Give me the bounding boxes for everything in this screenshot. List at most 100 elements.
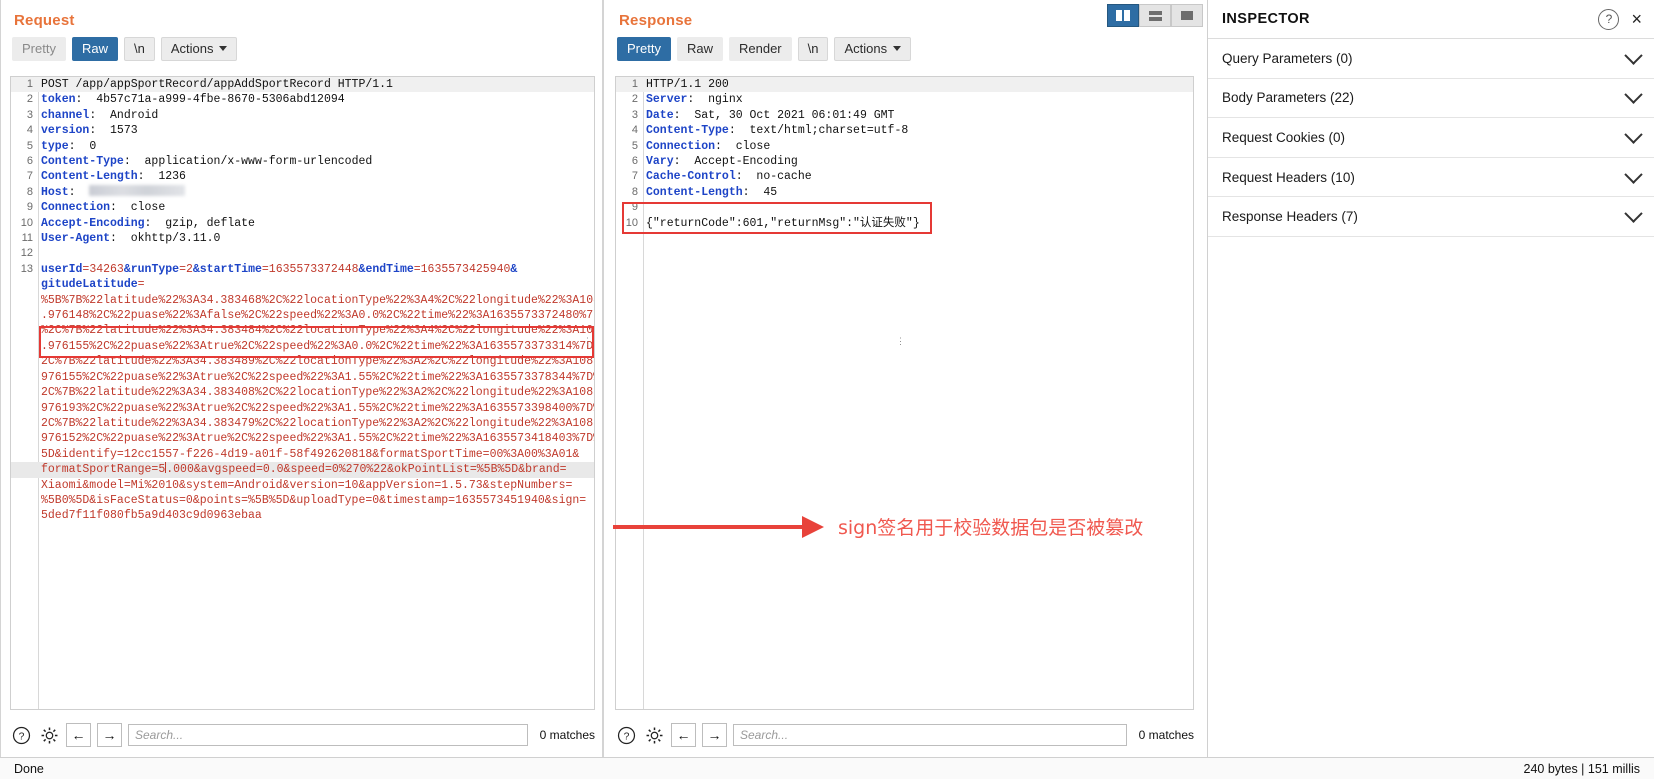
chevron-down-icon <box>1624 165 1643 184</box>
request-search-input[interactable]: Search... <box>128 724 528 746</box>
response-tab-render[interactable]: Render <box>728 37 792 61</box>
response-search-prev-button[interactable]: ← <box>671 723 696 747</box>
chevron-down-icon <box>1624 85 1643 105</box>
inspector-section-query-parameters[interactable]: Query Parameters (0) <box>1208 39 1654 79</box>
code-line: userId=34263&runType=2&startTime=1635573… <box>11 262 594 278</box>
request-search-next-button[interactable]: → <box>97 723 122 747</box>
code-line: 976152%2C%22puase%22%3Atrue%2C%22speed%2… <box>41 432 595 446</box>
status-bar: Done 240 bytes | 151 millis <box>0 757 1654 779</box>
response-tab-raw[interactable]: Raw <box>676 37 723 61</box>
annotation-arrow-line <box>613 524 803 529</box>
request-help-icon[interactable]: ? <box>10 724 32 746</box>
response-drag-handle[interactable]: ⋮ <box>896 337 905 346</box>
response-help-icon[interactable]: ? <box>615 724 637 746</box>
code-line: Content-Length: 45 <box>616 185 1193 201</box>
response-search-matches: 0 matches <box>1138 728 1194 742</box>
code-line: 5ded7f11f080fb5a9d403c9d0963ebaa <box>41 509 262 523</box>
request-editor[interactable]: POST /app/appSportRecord/appAddSportReco… <box>10 76 595 710</box>
inspector-section-request-headers[interactable]: Request Headers (10) <box>1208 158 1654 198</box>
code-line: HTTP/1.1 200 <box>616 77 1193 93</box>
code-line: %5B0%5D&isFaceStatus=0&points=%5B%5D&upl… <box>41 493 587 507</box>
code-line: Host: <box>11 184 594 201</box>
inspector-section-label: Query Parameters (0) <box>1222 50 1353 66</box>
code-line: .976155%2C%22puase%22%3Atrue%2C%22speed%… <box>41 339 595 353</box>
code-line: gitudeLatitude= <box>41 278 145 292</box>
code-line: %2C%7B%22latitude%22%3A34.383484%2C%22lo… <box>41 324 595 338</box>
request-tab-newline[interactable]: \n <box>123 37 155 61</box>
code-line: Connection: close <box>11 200 594 216</box>
request-search-prev-button[interactable]: ← <box>66 723 91 747</box>
code-line: User-Agent: okhttp/3.11.0 <box>11 231 594 247</box>
split-horizontal-toggle[interactable] <box>1139 4 1171 27</box>
inspector-section-response-headers[interactable]: Response Headers (7) <box>1208 197 1654 237</box>
inspector-section-request-cookies[interactable]: Request Cookies (0) <box>1208 118 1654 158</box>
chevron-down-icon <box>893 46 902 51</box>
single-pane-toggle[interactable] <box>1171 4 1203 27</box>
code-line: Content-Type: application/x-www-form-url… <box>11 154 594 170</box>
response-actions-button[interactable]: Actions <box>834 37 912 61</box>
request-tab-raw[interactable]: Raw <box>71 37 118 61</box>
svg-text:?: ? <box>623 731 629 742</box>
chevron-down-icon <box>1624 46 1643 65</box>
chevron-down-icon <box>219 46 228 51</box>
split-horizontal-icon <box>1148 10 1162 21</box>
response-editor[interactable]: HTTP/1.1 200Server: nginxDate: Sat, 30 O… <box>615 76 1194 710</box>
inspector-section-body-parameters[interactable]: Body Parameters (22) <box>1208 79 1654 119</box>
chevron-down-icon <box>1624 125 1643 144</box>
status-message: Done <box>14 761 44 776</box>
code-line: type: 0 <box>11 139 594 155</box>
code-line <box>616 200 1193 216</box>
inspector-section-label: Request Cookies (0) <box>1222 129 1346 145</box>
request-search-placeholder: Search... <box>135 728 184 742</box>
inspector-panel: INSPECTOR ? × Query Parameters (0) Body … <box>1207 0 1654 757</box>
single-pane-icon <box>1181 11 1193 20</box>
response-settings-gear-icon[interactable] <box>643 724 665 746</box>
code-line: Accept-Encoding: gzip, deflate <box>11 216 594 232</box>
code-line: POST /app/appSportRecord/appAddSportReco… <box>11 77 594 93</box>
code-line: Server: nginx <box>616 92 1193 108</box>
code-line: .976148%2C%22puase%22%3Afalse%2C%22speed… <box>41 309 595 323</box>
request-title: Request <box>14 12 75 29</box>
close-icon[interactable]: × <box>1631 10 1642 28</box>
code-line: 2C%7B%22latitude%22%3A34.383408%2C%22loc… <box>41 386 595 400</box>
svg-text:?: ? <box>18 731 24 742</box>
response-tab-newline[interactable]: \n <box>797 37 829 61</box>
response-code: HTTP/1.1 200Server: nginxDate: Sat, 30 O… <box>616 77 1193 231</box>
request-actions-button[interactable]: Actions <box>160 37 238 61</box>
split-vertical-icon <box>1116 10 1130 21</box>
code-line-selected: formatSportRange=5.000&avgspeed=0.0&spee… <box>11 462 594 478</box>
code-line: channel: Android <box>11 108 594 124</box>
code-line: version: 1573 <box>11 123 594 139</box>
code-line: Cache-Control: no-cache <box>616 169 1193 185</box>
code-line: Xiaomi&model=Mi%2010&system=Android&vers… <box>41 478 573 492</box>
response-search-placeholder: Search... <box>740 728 789 742</box>
request-tab-pretty[interactable]: Pretty <box>12 37 66 61</box>
split-vertical-toggle[interactable] <box>1107 4 1139 27</box>
code-line: Vary: Accept-Encoding <box>616 154 1193 170</box>
code-line: token: 4b57c71a-a999-4fbe-8670-5306abd12… <box>11 92 594 108</box>
response-search-input[interactable]: Search... <box>733 724 1127 746</box>
response-tab-pretty[interactable]: Pretty <box>617 37 671 61</box>
pane-divider[interactable] <box>602 0 604 757</box>
response-search-next-button[interactable]: → <box>702 723 727 747</box>
request-search-row: ? ← → Search... 0 matches <box>10 721 595 749</box>
request-pane: Request Pretty Raw \n Actions POST /app/… <box>0 0 603 757</box>
code-line: {"returnCode":601,"returnMsg":"认证失败"} <box>616 216 1193 232</box>
help-icon[interactable]: ? <box>1598 8 1620 30</box>
request-drag-handle[interactable]: ⋮ <box>583 337 592 346</box>
sign-annotation: sign签名用于校验数据包是否被篡改 <box>613 513 1143 540</box>
code-line: Date: Sat, 30 Oct 2021 06:01:49 GMT <box>616 108 1193 124</box>
code-line: Content-Type: text/html;charset=utf-8 <box>616 123 1193 139</box>
request-actions-label: Actions <box>170 41 214 56</box>
request-tabstrip: Pretty Raw \n Actions <box>0 35 603 65</box>
status-metrics: 240 bytes | 151 millis <box>1523 761 1641 776</box>
inspector-section-label: Body Parameters (22) <box>1222 90 1355 106</box>
inspector-header: INSPECTOR ? × <box>1208 0 1654 39</box>
code-line: 976193%2C%22puase%22%3Atrue%2C%22speed%2… <box>41 401 595 415</box>
response-search-row: ? ← → Search... 0 matches <box>615 721 1194 749</box>
code-line: Content-Length: 1236 <box>11 169 594 185</box>
code-line: 976155%2C%22puase%22%3Atrue%2C%22speed%2… <box>41 370 595 384</box>
message-panes: Request Pretty Raw \n Actions POST /app/… <box>0 0 1204 757</box>
request-settings-gear-icon[interactable] <box>38 724 60 746</box>
code-line: %5B%7B%22latitude%22%3A34.383468%2C%22lo… <box>41 293 595 307</box>
